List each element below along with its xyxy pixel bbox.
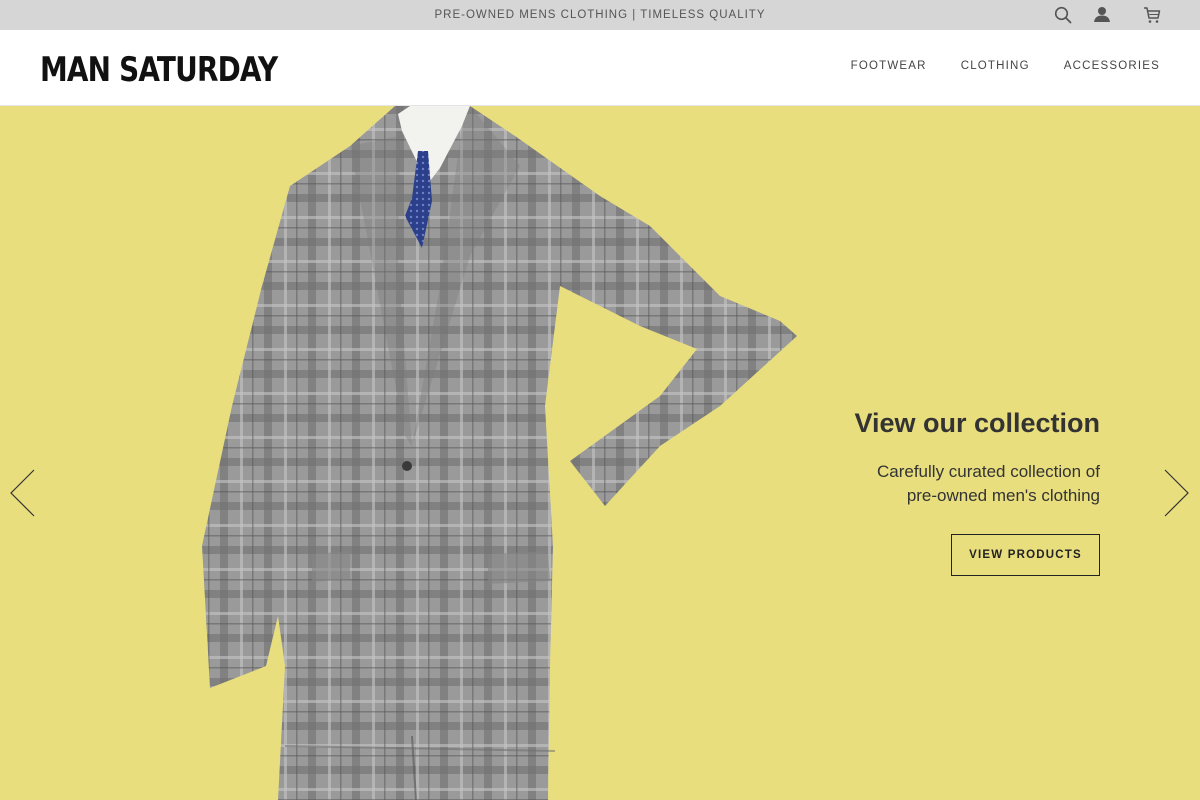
chevron-left-icon[interactable] bbox=[8, 468, 38, 518]
nav-item-footwear[interactable]: FOOTWEAR bbox=[851, 60, 927, 72]
nav-item-clothing[interactable]: CLOTHING bbox=[961, 60, 1030, 72]
hero-slideshow: View our collection Carefully curated co… bbox=[0, 106, 1200, 800]
nav-item-accessories[interactable]: ACCESSORIES bbox=[1064, 60, 1160, 72]
site-logo[interactable]: MAN SATURDAY bbox=[40, 50, 278, 90]
chevron-right-icon[interactable] bbox=[1161, 468, 1191, 518]
main-nav: FOOTWEAR CLOTHING ACCESSORIES bbox=[851, 60, 1160, 72]
search-icon[interactable] bbox=[1053, 5, 1073, 25]
site-header: MAN SATURDAY FOOTWEAR CLOTHING ACCESSORI… bbox=[0, 30, 1200, 106]
view-products-button[interactable]: VIEW PRODUCTS bbox=[951, 534, 1100, 576]
announcement-bar: PRE-OWNED MENS CLOTHING | TIMELESS QUALI… bbox=[0, 0, 1200, 30]
hero-title: View our collection bbox=[854, 408, 1100, 438]
hero-image bbox=[202, 106, 797, 800]
hero-subtitle: Carefully curated collection of pre-owne… bbox=[780, 460, 1100, 508]
announcement-text: PRE-OWNED MENS CLOTHING | TIMELESS QUALI… bbox=[434, 9, 766, 21]
cart-icon[interactable] bbox=[1142, 5, 1162, 25]
hero-subtitle-line: pre-owned men's clothing bbox=[906, 486, 1100, 505]
hero-subtitle-line: Carefully curated collection of bbox=[876, 462, 1100, 481]
account-icon[interactable] bbox=[1092, 5, 1112, 25]
